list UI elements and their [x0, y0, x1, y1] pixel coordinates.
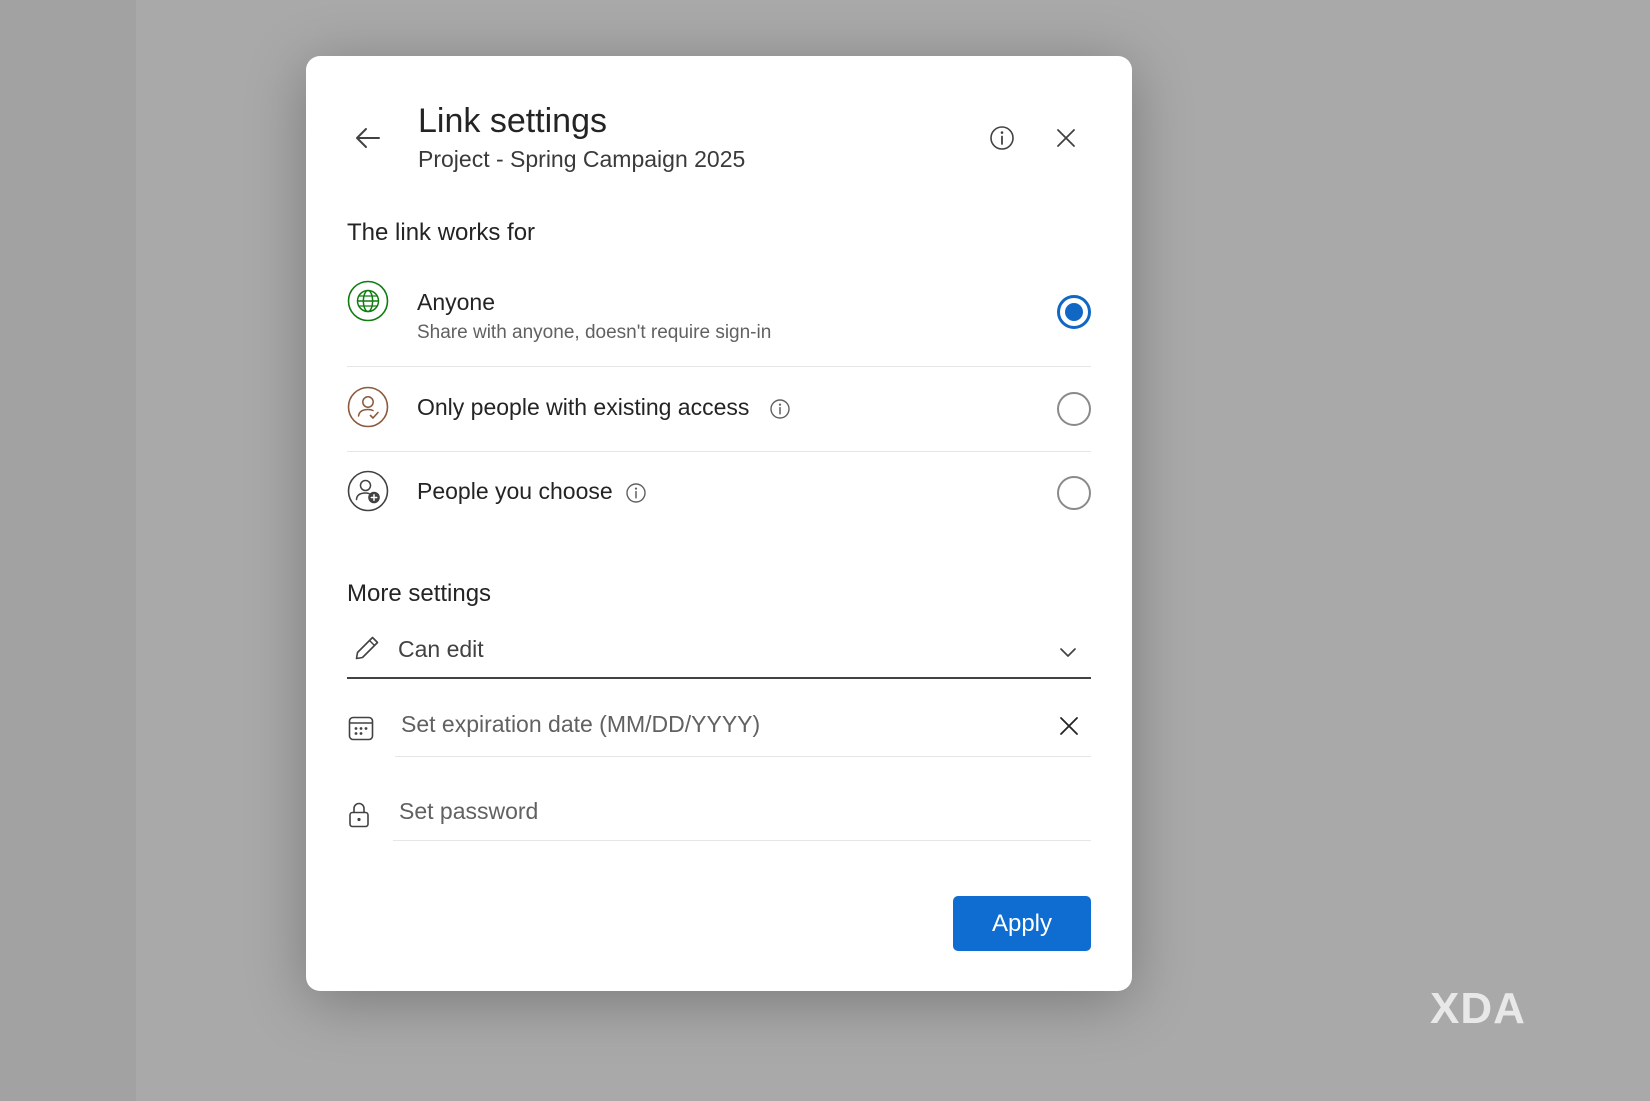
permission-value: Can edit: [398, 636, 484, 662]
globe-icon: [347, 280, 389, 322]
permission-dropdown[interactable]: Can edit: [347, 624, 1091, 679]
close-icon: [1060, 717, 1078, 735]
option-existing-access[interactable]: Only people with existing access: [347, 368, 1091, 450]
divider: [347, 366, 1091, 367]
arrow-left-icon: [356, 128, 380, 148]
more-settings-heading: More settings: [347, 580, 492, 607]
info-icon[interactable]: [769, 398, 791, 420]
divider: [347, 451, 1091, 452]
person-add-icon: [347, 470, 389, 512]
info-icon[interactable]: [625, 482, 647, 504]
close-icon: [1057, 129, 1075, 147]
chevron-down-icon: [1060, 648, 1076, 657]
option-people-you-choose-radio[interactable]: [1057, 476, 1091, 510]
option-anyone-description: Share with anyone, doesn't require sign-…: [417, 322, 772, 343]
apply-button[interactable]: Apply: [953, 896, 1091, 951]
option-existing-access-radio[interactable]: [1057, 392, 1091, 426]
option-anyone-radio[interactable]: [1057, 295, 1091, 329]
info-icon: [990, 126, 1014, 150]
calendar-icon: [348, 716, 374, 741]
close-button[interactable]: [1044, 116, 1088, 160]
link-settings-dialog: Link settings Project - Spring Campaign …: [306, 56, 1132, 991]
xda-watermark: XDA: [1430, 984, 1526, 1034]
watermark-text: XDA: [1430, 984, 1526, 1033]
option-people-you-choose[interactable]: People you choose: [347, 453, 1091, 535]
password-placeholder: Set password: [399, 798, 539, 824]
option-people-you-choose-label: People you choose: [417, 478, 613, 504]
clear-expiration-button[interactable]: [1051, 708, 1087, 744]
option-anyone-label: Anyone: [417, 289, 496, 315]
background-panel: [0, 0, 136, 1101]
dialog-title: Link settings: [418, 102, 607, 140]
person-check-icon: [347, 386, 389, 428]
password-field[interactable]: Set password: [393, 786, 1091, 841]
option-anyone[interactable]: Anyone Share with anyone, doesn't requir…: [347, 280, 1091, 366]
expiration-date-placeholder: Set expiration date (MM/DD/YYYY): [401, 711, 761, 737]
option-existing-access-label: Only people with existing access: [417, 394, 750, 420]
back-button[interactable]: [346, 116, 390, 160]
info-button[interactable]: [980, 116, 1024, 160]
link-works-for-heading: The link works for: [347, 219, 536, 246]
pencil-icon: [355, 636, 379, 660]
expiration-date-field[interactable]: Set expiration date (MM/DD/YYYY): [395, 699, 1091, 757]
lock-icon: [349, 802, 369, 828]
dialog-subtitle: Project - Spring Campaign 2025: [418, 146, 746, 172]
